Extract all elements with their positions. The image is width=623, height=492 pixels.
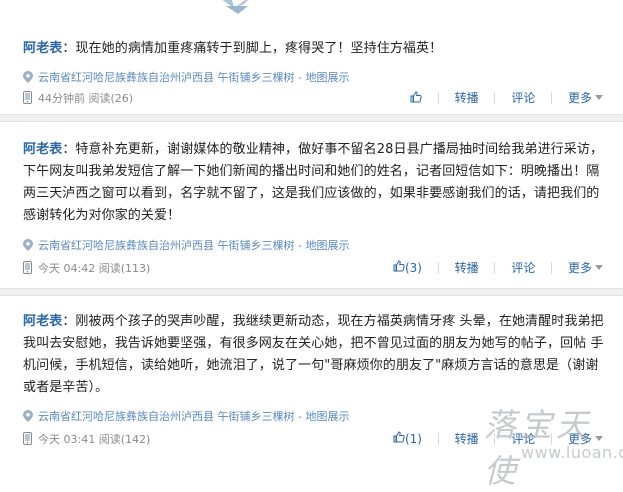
post-time[interactable]: 44分钟前 xyxy=(38,92,85,105)
comment-button[interactable]: 评论 xyxy=(511,89,535,106)
thumbs-up-icon xyxy=(393,260,405,272)
post-text: 阿老表：特意补充更新，谢谢媒体的敬业精神，做好事不留名28日县广播局抽时间给我弟… xyxy=(23,142,604,223)
mobile-icon xyxy=(23,261,32,274)
author-link[interactable]: 阿老表 xyxy=(23,314,62,329)
like-button[interactable]: (1) xyxy=(393,431,422,446)
site-watermark: 落宝天使 www.luoan.cn xyxy=(476,400,623,490)
more-button[interactable]: 更多 xyxy=(568,89,603,106)
action-divider xyxy=(437,432,439,445)
post-card: 阿老表：特意补充更新，谢谢媒体的敬业精神，做好事不留名28日县广播局抽时间给我弟… xyxy=(0,121,623,289)
like-count: (3) xyxy=(404,260,422,275)
action-divider xyxy=(494,91,496,104)
location-link[interactable]: 云南省红河哈尼族彝族自治州泸西县 午街铺乡三棵树 - 地图展示 xyxy=(23,237,349,253)
mobile-icon xyxy=(23,91,32,104)
top-strip xyxy=(0,0,623,24)
mobile-icon xyxy=(23,432,32,445)
location-pin-icon xyxy=(23,410,33,422)
action-divider xyxy=(494,261,496,274)
action-divider xyxy=(437,91,439,104)
comment-button[interactable]: 评论 xyxy=(511,259,535,276)
author-link[interactable]: 阿老表 xyxy=(23,142,62,157)
author-link[interactable]: 阿老表 xyxy=(23,41,62,56)
post-actions: 转播 评论 更多 xyxy=(410,89,603,107)
location-link[interactable]: 云南省红河哈尼族彝族自治州泸西县 午街铺乡三棵树 - 地图展示 xyxy=(23,408,349,424)
post-meta: 今天 04:42 阅读(113) xyxy=(23,260,150,276)
read-count: 阅读(26) xyxy=(88,92,134,105)
repost-button[interactable]: 转播 xyxy=(455,89,479,106)
action-divider xyxy=(551,91,553,104)
post-card: 阿老表：现在她的病情加重疼痛转于到脚上，疼得哭了！坚持住方福英！ 云南省红河哈尼… xyxy=(0,24,623,116)
like-button[interactable] xyxy=(410,90,422,105)
thumbs-up-icon xyxy=(410,90,422,102)
like-button[interactable]: (3) xyxy=(393,260,422,275)
post-text: 阿老表：现在她的病情加重疼痛转于到脚上，疼得哭了！坚持住方福英！ xyxy=(23,41,443,56)
like-count: (1) xyxy=(404,431,422,446)
chevron-down-icon xyxy=(595,265,603,270)
repost-button[interactable]: 转播 xyxy=(455,259,479,276)
decorative-graphic xyxy=(222,0,248,14)
post-time[interactable]: 今天 03:41 xyxy=(38,433,95,446)
read-count: 阅读(113) xyxy=(98,262,151,275)
location-pin-icon xyxy=(23,71,33,83)
action-divider xyxy=(437,261,439,274)
chevron-down-icon xyxy=(595,95,603,100)
post-meta: 今天 03:41 阅读(142) xyxy=(23,431,150,447)
post-meta: 44分钟前 阅读(26) xyxy=(23,90,133,106)
post-time[interactable]: 今天 04:42 xyxy=(38,262,95,275)
thumbs-up-icon xyxy=(393,431,405,443)
more-button[interactable]: 更多 xyxy=(568,259,603,276)
location-pin-icon xyxy=(23,239,33,251)
post-text: 阿老表：刚被两个孩子的哭声吵醒，我继续更新动态，现在方福英病情牙疼 头晕，在她清… xyxy=(23,314,604,395)
read-count: 阅读(142) xyxy=(98,433,151,446)
action-divider xyxy=(551,261,553,274)
location-link[interactable]: 云南省红河哈尼族彝族自治州泸西县 午街铺乡三棵树 - 地图展示 xyxy=(23,69,349,85)
watermark-url: www.luoan.cn xyxy=(521,443,623,462)
post-actions: (3) 转播 评论 更多 xyxy=(393,259,603,277)
